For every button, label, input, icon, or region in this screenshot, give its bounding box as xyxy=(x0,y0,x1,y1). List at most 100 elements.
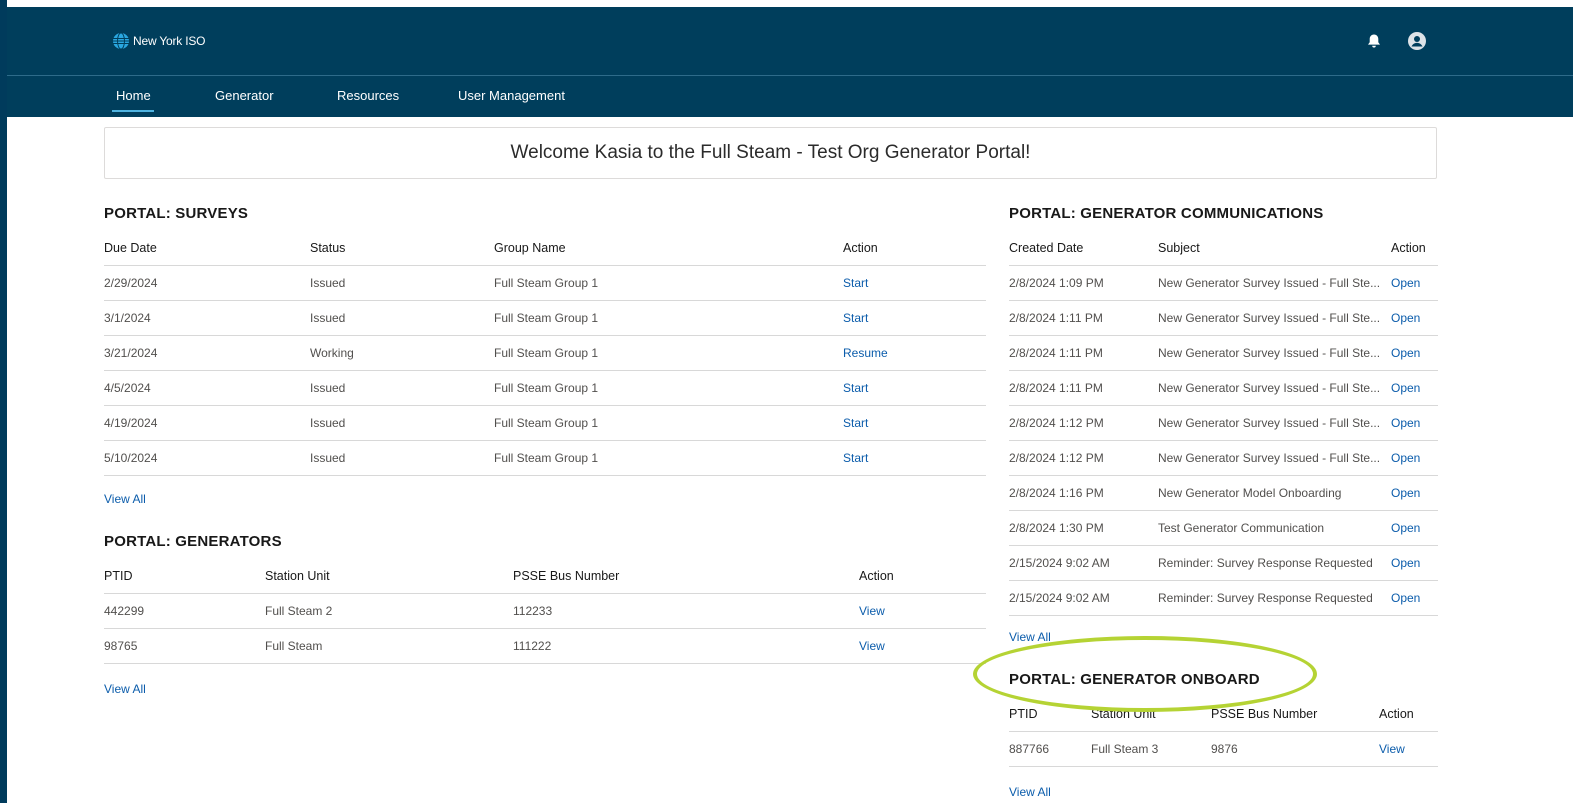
table-header-row: Created Date Subject Action xyxy=(1009,231,1438,266)
group-name-cell: Full Steam Group 1 xyxy=(494,370,843,406)
nyiso-logo[interactable]: New York ISO xyxy=(112,32,206,50)
open-link[interactable]: Open xyxy=(1391,556,1420,570)
welcome-banner: Welcome Kasia to the Full Steam - Test O… xyxy=(104,127,1437,179)
view-link[interactable]: View xyxy=(859,639,885,653)
onboard-title: PORTAL: GENERATOR ONBOARD xyxy=(1009,671,1260,688)
communications-table: Created Date Subject Action 2/8/2024 1:0… xyxy=(1009,231,1438,616)
open-link[interactable]: Open xyxy=(1391,381,1420,395)
start-link[interactable]: Start xyxy=(843,381,868,395)
table-row: 2/15/2024 9:02 AM Reminder: Survey Respon… xyxy=(1009,545,1438,581)
onboard-table: PTID Station Unit PSSE Bus Number Action… xyxy=(1009,697,1438,767)
user-avatar-button[interactable] xyxy=(1408,32,1426,50)
due-date-cell: 4/5/2024 xyxy=(104,370,310,406)
communications-view-all-link[interactable]: View All xyxy=(1009,630,1051,644)
table-row: 2/8/2024 1:12 PM New Generator Survey Iss… xyxy=(1009,405,1438,441)
col-header: Action xyxy=(1379,697,1438,732)
due-date-cell: 3/21/2024 xyxy=(104,335,310,371)
view-link[interactable]: View xyxy=(1379,742,1405,756)
nav-resources[interactable]: Resources xyxy=(337,88,399,103)
station-unit-cell: Full Steam 3 xyxy=(1091,731,1211,767)
globe-icon xyxy=(113,32,129,50)
generators-view-all-link[interactable]: View All xyxy=(104,682,146,696)
col-header: PTID xyxy=(1009,697,1091,732)
open-link[interactable]: Open xyxy=(1391,591,1420,605)
group-name-cell: Full Steam Group 1 xyxy=(494,440,843,476)
subject-cell: New Generator Survey Issued - Full Ste..… xyxy=(1158,265,1391,301)
table-row: 2/8/2024 1:12 PM New Generator Survey Iss… xyxy=(1009,440,1438,476)
surveys-view-all-link[interactable]: View All xyxy=(104,492,146,506)
open-link[interactable]: Open xyxy=(1391,521,1420,535)
nav-generator[interactable]: Generator xyxy=(215,88,274,103)
group-name-cell: Full Steam Group 1 xyxy=(494,300,843,336)
col-header: Station Unit xyxy=(1091,697,1211,732)
created-date-cell: 2/8/2024 1:11 PM xyxy=(1009,335,1158,371)
notifications-button[interactable] xyxy=(1365,32,1383,50)
created-date-cell: 2/8/2024 1:16 PM xyxy=(1009,475,1158,511)
table-row: 4/5/2024 Issued Full Steam Group 1 Start xyxy=(104,370,986,406)
table-row: 4/19/2024 Issued Full Steam Group 1 Start xyxy=(104,405,986,441)
start-link[interactable]: Start xyxy=(843,451,868,465)
subject-cell: New Generator Model Onboarding xyxy=(1158,475,1391,511)
col-header: Station Unit xyxy=(265,559,513,594)
due-date-cell: 5/10/2024 xyxy=(104,440,310,476)
col-header: PSSE Bus Number xyxy=(513,559,859,594)
col-header: PTID xyxy=(104,559,265,594)
ptid-cell: 98765 xyxy=(104,628,265,664)
due-date-cell: 4/19/2024 xyxy=(104,405,310,441)
status-cell: Issued xyxy=(310,370,494,406)
table-row: 2/8/2024 1:09 PM New Generator Survey Iss… xyxy=(1009,265,1438,301)
surveys-table: Due Date Status Group Name Action 2/29/2… xyxy=(104,231,986,476)
top-header xyxy=(7,7,1573,75)
col-header: Action xyxy=(859,559,986,594)
group-name-cell: Full Steam Group 1 xyxy=(494,335,843,371)
subject-cell: New Generator Survey Issued - Full Ste..… xyxy=(1158,405,1391,441)
created-date-cell: 2/8/2024 1:30 PM xyxy=(1009,510,1158,546)
psse-bus-cell: 9876 xyxy=(1211,731,1379,767)
bell-icon xyxy=(1368,34,1380,48)
created-date-cell: 2/15/2024 9:02 AM xyxy=(1009,580,1158,616)
open-link[interactable]: Open xyxy=(1391,346,1420,360)
user-avatar-icon xyxy=(1408,32,1426,50)
col-header: PSSE Bus Number xyxy=(1211,697,1379,732)
open-link[interactable]: Open xyxy=(1391,451,1420,465)
created-date-cell: 2/8/2024 1:11 PM xyxy=(1009,300,1158,336)
group-name-cell: Full Steam Group 1 xyxy=(494,265,843,301)
created-date-cell: 2/8/2024 1:12 PM xyxy=(1009,440,1158,476)
group-name-cell: Full Steam Group 1 xyxy=(494,405,843,441)
nav-home[interactable]: Home xyxy=(116,88,151,103)
table-row: 3/21/2024 Working Full Steam Group 1 Resume xyxy=(104,335,986,371)
table-header-row: Due Date Status Group Name Action xyxy=(104,231,986,266)
col-header: Action xyxy=(843,231,986,266)
open-link[interactable]: Open xyxy=(1391,276,1420,290)
status-cell: Issued xyxy=(310,405,494,441)
table-row: 2/15/2024 9:02 AM Reminder: Survey Respon… xyxy=(1009,580,1438,616)
communications-title: PORTAL: GENERATOR COMMUNICATIONS xyxy=(1009,205,1324,222)
nav-user-management[interactable]: User Management xyxy=(458,88,565,103)
surveys-title: PORTAL: SURVEYS xyxy=(104,205,249,222)
start-link[interactable]: Start xyxy=(843,416,868,430)
col-header: Action xyxy=(1391,231,1438,266)
subject-cell: Reminder: Survey Response Requested xyxy=(1158,545,1391,581)
col-header: Due Date xyxy=(104,231,310,266)
table-row: 98765 Full Steam 111222 View xyxy=(104,628,986,664)
start-link[interactable]: Start xyxy=(843,276,868,290)
onboard-view-all-link[interactable]: View All xyxy=(1009,785,1051,799)
station-unit-cell: Full Steam 2 xyxy=(265,593,513,629)
generators-title: PORTAL: GENERATORS xyxy=(104,533,282,550)
table-row: 442299 Full Steam 2 112233 View xyxy=(104,593,986,629)
open-link[interactable]: Open xyxy=(1391,486,1420,500)
window-border xyxy=(0,0,7,803)
col-header: Created Date xyxy=(1009,231,1158,266)
open-link[interactable]: Open xyxy=(1391,416,1420,430)
view-link[interactable]: View xyxy=(859,604,885,618)
table-row: 3/1/2024 Issued Full Steam Group 1 Start xyxy=(104,300,986,336)
created-date-cell: 2/8/2024 1:11 PM xyxy=(1009,370,1158,406)
open-link[interactable]: Open xyxy=(1391,311,1420,325)
created-date-cell: 2/15/2024 9:02 AM xyxy=(1009,545,1158,581)
subject-cell: Test Generator Communication xyxy=(1158,510,1391,546)
start-link[interactable]: Start xyxy=(843,311,868,325)
subject-cell: New Generator Survey Issued - Full Ste..… xyxy=(1158,440,1391,476)
resume-link[interactable]: Resume xyxy=(843,346,888,360)
status-cell: Issued xyxy=(310,440,494,476)
nav-active-indicator xyxy=(112,110,154,112)
